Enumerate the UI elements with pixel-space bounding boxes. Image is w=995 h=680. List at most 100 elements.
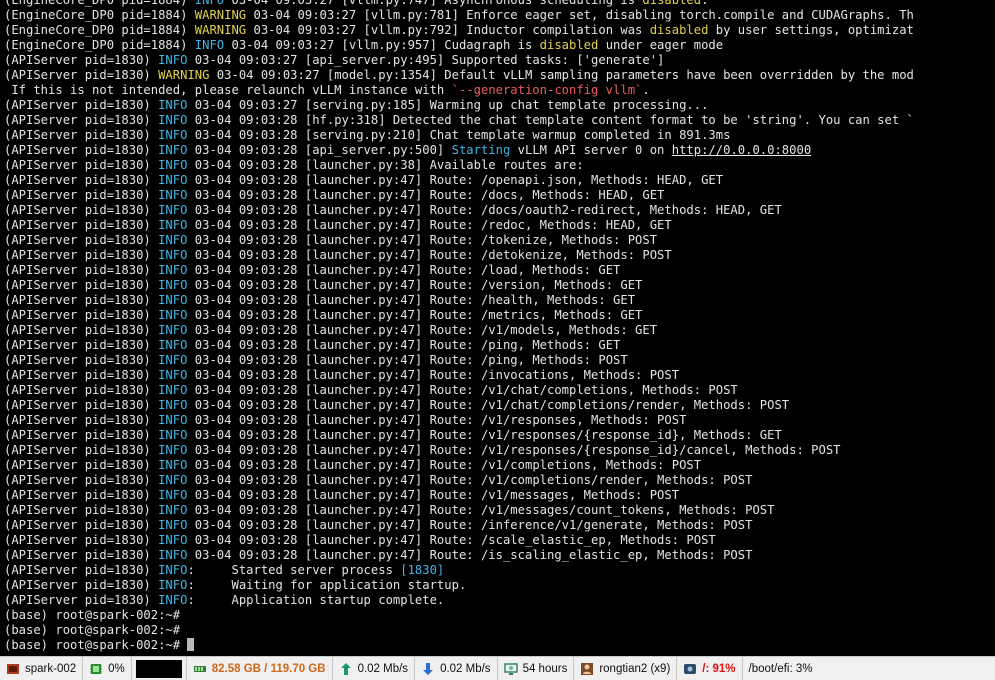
cpu-icon bbox=[89, 662, 103, 676]
terminal-text-segment: INFO bbox=[158, 218, 188, 232]
terminal-text-segment: 03-04 09:03:28 [launcher.py:47] Route: /… bbox=[187, 548, 753, 562]
terminal-text-segment: by user settings, optimizat bbox=[708, 23, 914, 37]
terminal-text-segment: (EngineCore_DP0 pid=1884) bbox=[4, 38, 195, 52]
status-memory[interactable]: 82.58 GB / 119.70 GB bbox=[187, 657, 333, 680]
terminal-line: (APIServer pid=1830) INFO 03-04 09:03:28… bbox=[4, 518, 995, 533]
terminal-line: (APIServer pid=1830) INFO 03-04 09:03:28… bbox=[4, 173, 995, 188]
status-graph bbox=[132, 657, 187, 680]
terminal-text-segment: INFO bbox=[158, 353, 188, 367]
terminal-text-segment: 03-04 09:03:27 [model.py:1354] Default v… bbox=[209, 68, 914, 82]
terminal-line: (APIServer pid=1830) INFO 03-04 09:03:28… bbox=[4, 383, 995, 398]
terminal-text-segment: (APIServer pid=1830) bbox=[4, 413, 159, 427]
terminal-text-segment: 03-04 09:03:28 [launcher.py:47] Route: /… bbox=[187, 368, 680, 382]
terminal-line: (APIServer pid=1830) INFO 03-04 09:03:28… bbox=[4, 533, 995, 548]
status-bar: spark-002 0% 82.58 GB / 119.70 GB 0.02 M… bbox=[0, 656, 995, 680]
terminal-text-segment: WARNING bbox=[194, 23, 247, 37]
terminal-line: (APIServer pid=1830) INFO 03-04 09:03:28… bbox=[4, 458, 995, 473]
terminal-text-segment: (APIServer pid=1830) bbox=[4, 248, 159, 262]
terminal-text-segment: INFO bbox=[158, 473, 188, 487]
terminal-text-segment: INFO bbox=[158, 323, 188, 337]
terminal-text-segment: disabled bbox=[649, 23, 709, 37]
terminal-text-segment: (APIServer pid=1830) bbox=[4, 188, 159, 202]
terminal-text-segment: 03-04 09:03:27 [api_server.py:495] Suppo… bbox=[187, 53, 665, 67]
status-cpu[interactable]: 0% bbox=[83, 657, 132, 680]
terminal-line: (APIServer pid=1830) INFO 03-04 09:03:28… bbox=[4, 203, 995, 218]
terminal-text-segment: INFO bbox=[158, 143, 188, 157]
terminal-text-segment: INFO bbox=[158, 113, 188, 127]
terminal-text-segment: 03-04 09:03:27 [vllm.py:792] Inductor co… bbox=[246, 23, 650, 37]
terminal-text-segment: (APIServer pid=1830) bbox=[4, 518, 159, 532]
terminal-text-segment: 03-04 09:03:28 [launcher.py:47] Route: /… bbox=[187, 353, 628, 367]
terminal-text-segment: (APIServer pid=1830) bbox=[4, 233, 159, 247]
terminal-line: (APIServer pid=1830) INFO 03-04 09:03:28… bbox=[4, 428, 995, 443]
terminal-text-segment: INFO bbox=[158, 578, 188, 592]
terminal-text-segment: WARNING bbox=[158, 68, 210, 82]
terminal-text-segment: (APIServer pid=1830) bbox=[4, 278, 159, 292]
terminal-text-segment: (APIServer pid=1830) bbox=[4, 158, 159, 172]
user-name: rongtian2 (x9) bbox=[599, 662, 671, 675]
host-name: spark-002 bbox=[25, 662, 77, 675]
status-disk-root[interactable]: /: 91% bbox=[677, 657, 743, 680]
status-host[interactable]: spark-002 bbox=[0, 657, 84, 680]
terminal-line: (base) root@spark-002:~# bbox=[4, 638, 995, 653]
memory-icon bbox=[193, 662, 207, 676]
terminal-text-segment: (APIServer pid=1830) bbox=[4, 53, 159, 67]
terminal-text-segment: disabled bbox=[642, 0, 702, 7]
terminal-text-segment: (APIServer pid=1830) bbox=[4, 578, 159, 592]
terminal-text-segment: . bbox=[642, 83, 650, 97]
terminal-line: (APIServer pid=1830) INFO 03-04 09:03:28… bbox=[4, 473, 995, 488]
terminal-line: (APIServer pid=1830) INFO 03-04 09:03:28… bbox=[4, 143, 995, 158]
terminal-text-segment: 03-04 09:03:28 [hf.py:318] Detected the … bbox=[187, 113, 914, 127]
terminal-text-segment: (APIServer pid=1830) bbox=[4, 473, 159, 487]
terminal-text-segment: INFO bbox=[194, 0, 225, 7]
terminal-text-segment: (APIServer pid=1830) bbox=[4, 68, 159, 82]
monitor-clock-icon bbox=[503, 662, 518, 676]
status-user[interactable]: rongtian2 (x9) bbox=[574, 657, 678, 680]
terminal-text-segment: 03-04 09:03:28 [launcher.py:47] Route: /… bbox=[187, 308, 643, 322]
terminal-text-segment: (base) root@spark-002:~# bbox=[4, 623, 188, 637]
terminal-text-segment: (APIServer pid=1830) bbox=[4, 338, 159, 352]
terminal-text-segment: 03-04 09:03:28 [launcher.py:47] Route: /… bbox=[187, 233, 658, 247]
disk-root-usage: /: 91% bbox=[702, 662, 736, 675]
status-disk-boot[interactable]: /boot/efi: 3% bbox=[743, 657, 819, 680]
terminal-text-segment: INFO bbox=[158, 383, 188, 397]
terminal-text-segment: 03-04 09:03:28 [launcher.py:47] Route: /… bbox=[187, 518, 753, 532]
terminal-text-segment: . bbox=[701, 0, 709, 7]
terminal-text-segment: If this is not intended, please relaunch… bbox=[4, 83, 452, 97]
disk-icon bbox=[683, 662, 697, 676]
terminal-text-segment: (APIServer pid=1830) bbox=[4, 368, 159, 382]
terminal-text-segment: (APIServer pid=1830) bbox=[4, 443, 159, 457]
terminal-text-segment: (APIServer pid=1830) bbox=[4, 428, 159, 442]
terminal-line: (APIServer pid=1830) INFO 03-04 09:03:28… bbox=[4, 113, 995, 128]
terminal-text-segment: 03-04 09:03:28 [launcher.py:47] Route: /… bbox=[187, 428, 782, 442]
terminal-text-segment: 03-04 09:03:27 [serving.py:185] Warming … bbox=[187, 98, 709, 112]
memory-usage: 82.58 GB / 119.70 GB bbox=[211, 662, 326, 675]
terminal-text-segment: 03-04 09:03:28 [launcher.py:47] Route: /… bbox=[187, 248, 672, 262]
terminal-line: (APIServer pid=1830) WARNING 03-04 09:03… bbox=[4, 68, 995, 83]
terminal-text-segment: (APIServer pid=1830) bbox=[4, 503, 159, 517]
terminal-text-segment: INFO bbox=[158, 308, 188, 322]
terminal-text-segment: INFO bbox=[158, 248, 188, 262]
terminal-window[interactable]: (EngineCore_DP0 pid=1884) INFO 03-04 09:… bbox=[0, 0, 995, 656]
status-uptime[interactable]: 54 hours bbox=[498, 657, 575, 680]
terminal-text-segment: 03-04 09:03:28 [api_server.py:500] bbox=[187, 143, 452, 157]
terminal-text-segment: 03-04 09:03:28 [launcher.py:47] Route: /… bbox=[187, 263, 621, 277]
terminal-line: (APIServer pid=1830) INFO 03-04 09:03:27… bbox=[4, 98, 995, 113]
status-upload[interactable]: 0.02 Mb/s bbox=[333, 657, 416, 680]
terminal-text-segment: 03-04 09:03:28 [launcher.py:47] Route: /… bbox=[187, 383, 738, 397]
user-icon bbox=[580, 662, 594, 676]
terminal-line: (APIServer pid=1830) INFO 03-04 09:03:28… bbox=[4, 233, 995, 248]
status-download[interactable]: 0.02 Mb/s bbox=[415, 657, 498, 680]
terminal-text-segment: INFO bbox=[158, 338, 188, 352]
terminal-text-segment: (APIServer pid=1830) bbox=[4, 398, 159, 412]
terminal-text-segment: 03-04 09:03:27 [vllm.py:781] Enforce eag… bbox=[246, 8, 914, 22]
terminal-text-segment: 03-04 09:03:28 [launcher.py:47] Route: /… bbox=[187, 173, 724, 187]
cpu-usage: 0% bbox=[108, 662, 125, 675]
terminal-line: (base) root@spark-002:~# bbox=[4, 623, 995, 638]
terminal-line: (EngineCore_DP0 pid=1884) INFO 03-04 09:… bbox=[4, 0, 995, 8]
terminal-text-segment: 03-04 09:03:28 [launcher.py:47] Route: /… bbox=[187, 473, 753, 487]
terminal-line: (APIServer pid=1830) INFO 03-04 09:03:28… bbox=[4, 398, 995, 413]
terminal-text-segment: 03-04 09:03:28 [launcher.py:47] Route: /… bbox=[187, 278, 643, 292]
server-url-link[interactable]: http://0.0.0.0:8000 bbox=[672, 143, 811, 157]
terminal-text-segment: 03-04 09:03:28 [launcher.py:47] Route: /… bbox=[187, 203, 782, 217]
